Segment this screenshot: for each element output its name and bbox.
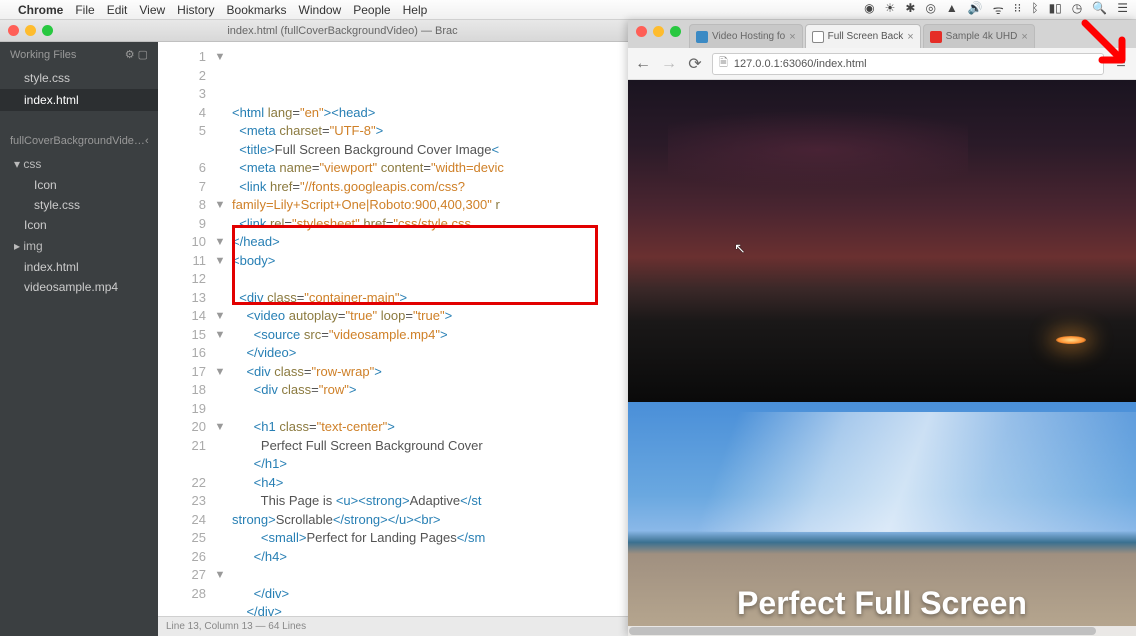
gear-icon[interactable]: ⚙ ▢: [125, 48, 148, 61]
video-frame-sunset: [628, 80, 1136, 402]
wifi-icon[interactable]: ᯤ: [993, 1, 1004, 18]
close-tab-icon[interactable]: ×: [1021, 31, 1027, 43]
page-icon: 🗎: [719, 54, 728, 73]
brackets-window-title: index.html (fullCoverBackgroundVideo) — …: [65, 25, 620, 37]
reload-button[interactable]: ⟳: [686, 54, 704, 74]
notification-icon[interactable]: ☰: [1117, 1, 1128, 18]
code-area[interactable]: <html lang="en"><head> <meta charset="UT…: [228, 42, 628, 616]
asterisk-icon[interactable]: ✱: [905, 1, 915, 18]
bluetooth-icon[interactable]: ᛒ: [1031, 1, 1038, 18]
spotlight-icon[interactable]: 🔍: [1092, 1, 1107, 18]
folder-img[interactable]: ▸ img: [0, 235, 158, 257]
menu-window[interactable]: Window: [299, 3, 342, 17]
working-files-header[interactable]: Working Files ⚙ ▢: [0, 42, 158, 67]
file-icon-css[interactable]: Icon: [0, 175, 158, 195]
menu-help[interactable]: Help: [403, 3, 428, 17]
app-name[interactable]: Chrome: [18, 3, 63, 17]
brackets-statusbar: Line 13, Column 13 — 64 Lines: [158, 616, 628, 636]
folder-css[interactable]: ▾ css: [0, 153, 158, 175]
menu-bookmarks[interactable]: Bookmarks: [227, 3, 287, 17]
page-section-beach: Perfect Full Screen: [628, 402, 1136, 636]
cc-icon[interactable]: ◎: [925, 1, 935, 18]
chrome-minimize-button[interactable]: [653, 26, 664, 37]
brackets-window: index.html (fullCoverBackgroundVideo) — …: [0, 20, 628, 636]
menu-file[interactable]: File: [75, 3, 94, 17]
favicon-icon: [930, 31, 942, 43]
close-tab-icon[interactable]: ×: [907, 31, 913, 43]
fold-gutter[interactable]: ▼▼▼▼▼▼▼▼▼: [212, 42, 228, 616]
window-zoom-button[interactable]: [42, 25, 53, 36]
chrome-window: Video Hosting fo × Full Screen Back × Sa…: [628, 20, 1136, 636]
chrome-traffic-lights: [632, 26, 689, 43]
forward-button[interactable]: →: [660, 55, 678, 73]
drive-icon[interactable]: ▲: [946, 1, 958, 18]
back-button[interactable]: ←: [634, 55, 652, 73]
menu-history[interactable]: History: [177, 3, 214, 17]
brackets-sidebar: Working Files ⚙ ▢ style.css index.html f…: [0, 42, 158, 636]
bars-icon[interactable]: ⁝⁝: [1014, 1, 1022, 18]
file-style-css[interactable]: style.css: [0, 195, 158, 215]
file-icon-root[interactable]: Icon: [0, 215, 158, 235]
favicon-icon: [812, 31, 824, 43]
page-heading: Perfect Full Screen: [628, 585, 1136, 622]
favicon-icon: [696, 31, 708, 43]
page-viewport[interactable]: Perfect Full Screen ↖: [628, 80, 1136, 636]
battery-icon[interactable]: ▮▯: [1049, 1, 1062, 18]
brackets-titlebar[interactable]: index.html (fullCoverBackgroundVideo) — …: [0, 20, 628, 42]
volume-icon[interactable]: 🔊: [968, 1, 983, 18]
code-editor[interactable]: 1234567891011121314151617181920212223242…: [158, 42, 628, 636]
tab-sample-4k[interactable]: Sample 4k UHD ×: [923, 24, 1035, 48]
close-tab-icon[interactable]: ×: [789, 31, 795, 43]
menubar-status-icons: ◉ ☀ ✱ ◎ ▲ 🔊 ᯤ ⁝⁝ ᛒ ▮▯ ◷ 🔍 ☰: [864, 1, 1128, 18]
menu-people[interactable]: People: [353, 3, 390, 17]
check-icon[interactable]: ◉: [864, 1, 874, 18]
project-header[interactable]: fullCoverBackgroundVide… ‹: [0, 129, 158, 153]
chrome-zoom-button[interactable]: [670, 26, 681, 37]
window-minimize-button[interactable]: [25, 25, 36, 36]
file-index-html[interactable]: index.html: [0, 257, 158, 277]
line-gutter: 1234567891011121314151617181920212223242…: [158, 42, 212, 616]
menu-button[interactable]: ≡: [1112, 55, 1130, 73]
tab-video-hosting[interactable]: Video Hosting fo ×: [689, 24, 803, 48]
clock-icon[interactable]: ◷: [1072, 1, 1082, 18]
window-traffic-lights: [8, 25, 53, 36]
address-bar[interactable]: 🗎 127.0.0.1:63060/index.html: [712, 53, 1104, 75]
menu-edit[interactable]: Edit: [107, 3, 128, 17]
menu-view[interactable]: View: [139, 3, 165, 17]
sun-icon[interactable]: ☀: [885, 1, 896, 18]
horizontal-scrollbar[interactable]: [628, 626, 1136, 636]
macos-menubar: Chrome File Edit View History Bookmarks …: [0, 0, 1136, 20]
chrome-tabstrip: Video Hosting fo × Full Screen Back × Sa…: [628, 20, 1136, 48]
window-close-button[interactable]: [8, 25, 19, 36]
working-file-index[interactable]: index.html: [0, 89, 158, 111]
chrome-close-button[interactable]: [636, 26, 647, 37]
chrome-toolbar: ← → ⟳ 🗎 127.0.0.1:63060/index.html ≡: [628, 48, 1136, 80]
chevron-icon: ‹: [145, 135, 149, 147]
tab-full-screen[interactable]: Full Screen Back ×: [805, 24, 921, 48]
file-videosample[interactable]: videosample.mp4: [0, 277, 158, 297]
working-file-style[interactable]: style.css: [0, 67, 158, 89]
